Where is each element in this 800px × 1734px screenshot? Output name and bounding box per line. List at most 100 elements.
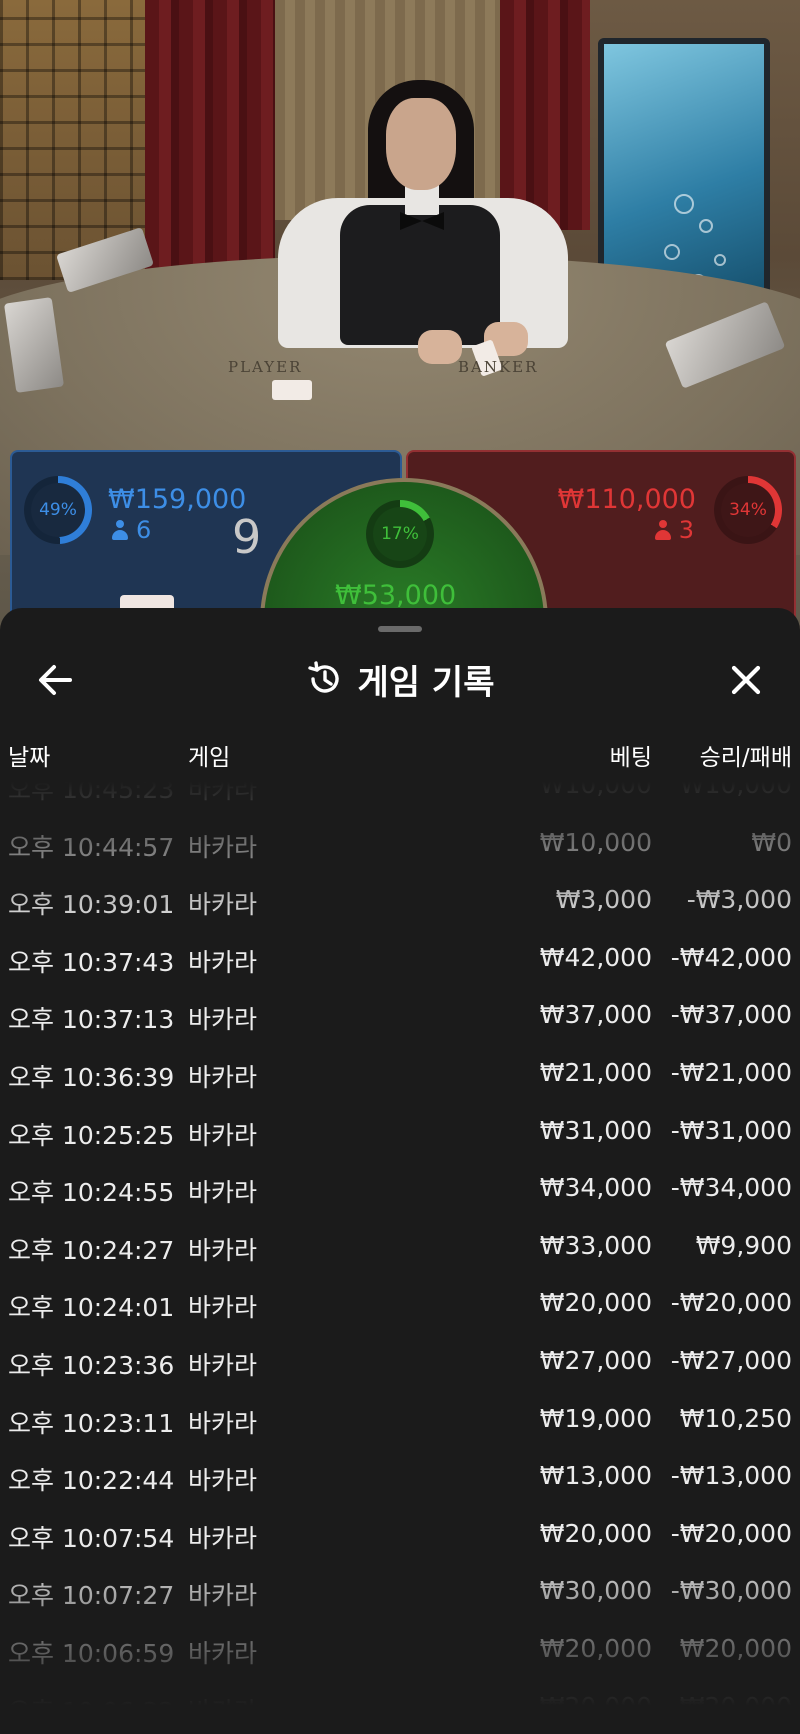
player-bettor-count: 6 [112,516,151,544]
row-time: 오후 10:07:54 [8,1523,175,1553]
row-result: ₩10,000 [679,782,792,799]
row-bet: ₩42,000 [539,942,652,972]
column-header-date: 날짜 [8,745,51,771]
row-bet: ₩3,000 [555,885,652,915]
history-list[interactable]: 오후 10:45:23 바카라 ₩10,000 ₩10,000 오후 10:44:57 바… [0,782,800,1734]
row-result: -₩20,000 [670,1518,792,1548]
row-bet: ₩30,000 [539,1576,652,1606]
table-row[interactable]: 오후 10:37:43 바카라 ₩42,000 -₩42,000 [0,927,800,985]
column-header-game: 게임 [188,745,231,771]
row-bet: ₩13,000 [539,1461,652,1491]
table-row[interactable]: 오후 10:39:01 바카라 ₩3,000 -₩3,000 [0,869,800,927]
row-time: 오후 10:23:36 [8,1351,175,1380]
row-time: 오후 10:24:01 [8,1293,175,1323]
table-label-player: PLAYER [228,358,303,376]
sheet-title: 게임 기록 [357,662,495,703]
row-result: -₩3,000 [686,885,792,915]
row-game: 바카라 [188,1293,258,1323]
row-game: 바카라 [188,1235,258,1265]
row-result: -₩37,000 [670,1000,792,1030]
table-row[interactable]: 오후 10:07:27 바카라 ₩30,000 -₩30,000 [0,1560,800,1618]
row-bet: ₩20,000 [539,1288,652,1318]
row-bet: ₩34,000 [539,1173,652,1203]
row-bet: ₩20,000 [539,1518,652,1548]
row-game: 바카라 [188,1351,258,1380]
row-time: 오후 10:24:27 [8,1235,175,1265]
row-time: 오후 10:37:13 [8,1005,175,1035]
player-count-value: 6 [136,516,152,544]
game-history-sheet: 게임 기록 날짜 게임 베팅 승리/패배 오후 10:45:23 바카라 ₩10,0… [0,608,800,1734]
table-row[interactable]: 오후 10:44:57 바카라 ₩10,000 ₩0 [0,812,800,870]
row-result: -₩21,000 [670,1058,792,1087]
row-bet: ₩37,000 [539,1000,652,1030]
banker-percent: 34% [721,483,775,537]
column-header-bet: 베팅 [609,745,652,771]
sheet-drag-handle[interactable] [378,626,422,632]
row-time: 오후 10:25:25 [8,1120,175,1150]
banker-count-value: 3 [678,516,694,544]
table-row[interactable]: 오후 10:06:32 바카라 ₩20,000 -₩20,000 [0,1676,800,1734]
table-row[interactable]: 오후 10:36:39 바카라 ₩21,000 -₩21,000 [0,1042,800,1100]
row-time: 오후 10:07:27 [8,1581,175,1611]
row-game: 바카라 [188,1005,258,1035]
banker-percent-ring: 34% [714,476,782,544]
dealer-bowtie [400,212,444,230]
player-bet-amount: ₩159,000 [108,484,247,515]
banker-bet-amount: ₩110,000 [557,484,696,515]
column-header-result: 승리/패배 [699,745,792,771]
table-row[interactable]: 오후 10:06:59 바카라 ₩20,000 ₩20,000 [0,1618,800,1676]
row-bet: ₩27,000 [539,1346,652,1375]
close-button[interactable] [720,654,772,706]
row-result: -₩20,000 [670,1691,792,1721]
tie-percent: 17% [373,507,427,561]
row-result: -₩20,000 [670,1288,792,1318]
row-result: ₩0 [751,827,792,857]
row-bet: ₩21,000 [539,1058,652,1087]
row-result: ₩9,900 [695,1230,792,1260]
table-row[interactable]: 오후 10:24:01 바카라 ₩20,000 -₩20,000 [0,1272,800,1330]
table-label-banker: BANKER [458,358,539,376]
table-row[interactable]: 오후 10:45:23 바카라 ₩10,000 ₩10,000 [0,782,800,812]
row-time: 오후 10:23:11 [8,1408,175,1438]
row-game: 바카라 [188,1581,258,1611]
row-result: ₩10,250 [679,1403,792,1433]
row-bet: ₩31,000 [539,1115,652,1145]
table-row[interactable]: 오후 10:23:36 바카라 ₩27,000 -₩27,000 [0,1330,800,1388]
close-icon [731,665,761,695]
curtain-right [500,0,590,230]
row-game: 바카라 [188,1063,258,1092]
row-game: 바카라 [188,1639,258,1668]
row-bet: ₩10,000 [539,827,652,857]
table-row[interactable]: 오후 10:37:13 바카라 ₩37,000 -₩37,000 [0,984,800,1042]
row-bet: ₩10,000 [539,782,652,799]
table-row[interactable]: 오후 10:24:27 바카라 ₩33,000 ₩9,900 [0,1215,800,1273]
table-row[interactable]: 오후 10:22:44 바카라 ₩13,000 -₩13,000 [0,1445,800,1503]
row-game: 바카라 [188,832,258,862]
row-game: 바카라 [188,890,258,920]
row-time: 오후 10:22:44 [8,1466,175,1496]
row-bet: ₩19,000 [539,1403,652,1433]
row-game: 바카라 [188,1408,258,1438]
row-time: 오후 10:37:43 [8,947,175,977]
dealer-hand-left [418,330,462,364]
table-row[interactable]: 오후 10:25:25 바카라 ₩31,000 -₩31,000 [0,1100,800,1158]
user-icon [654,520,671,540]
table-row[interactable]: 오후 10:07:54 바카라 ₩20,000 -₩20,000 [0,1503,800,1561]
row-time: 오후 10:06:59 [8,1639,175,1668]
table-row[interactable]: 오후 10:24:55 바카라 ₩34,000 -₩34,000 [0,1157,800,1215]
row-bet: ₩20,000 [539,1634,652,1663]
row-time: 오후 10:36:39 [8,1063,175,1092]
player-score: 9 [232,510,262,564]
curtain-left [145,0,275,270]
dealer-face [386,98,456,190]
row-result: -₩34,000 [670,1173,792,1203]
row-game: 바카라 [188,947,258,977]
row-time: 오후 10:44:57 [8,832,175,862]
row-time: 오후 10:24:55 [8,1178,175,1208]
table-row[interactable]: 오후 10:23:11 바카라 ₩19,000 ₩10,250 [0,1388,800,1446]
row-game: 바카라 [188,1120,258,1150]
row-game: 바카라 [188,1523,258,1553]
tie-bet-amount: ₩53,000 [335,580,457,611]
row-bet: ₩33,000 [539,1230,652,1260]
player-percent: 49% [31,483,85,537]
